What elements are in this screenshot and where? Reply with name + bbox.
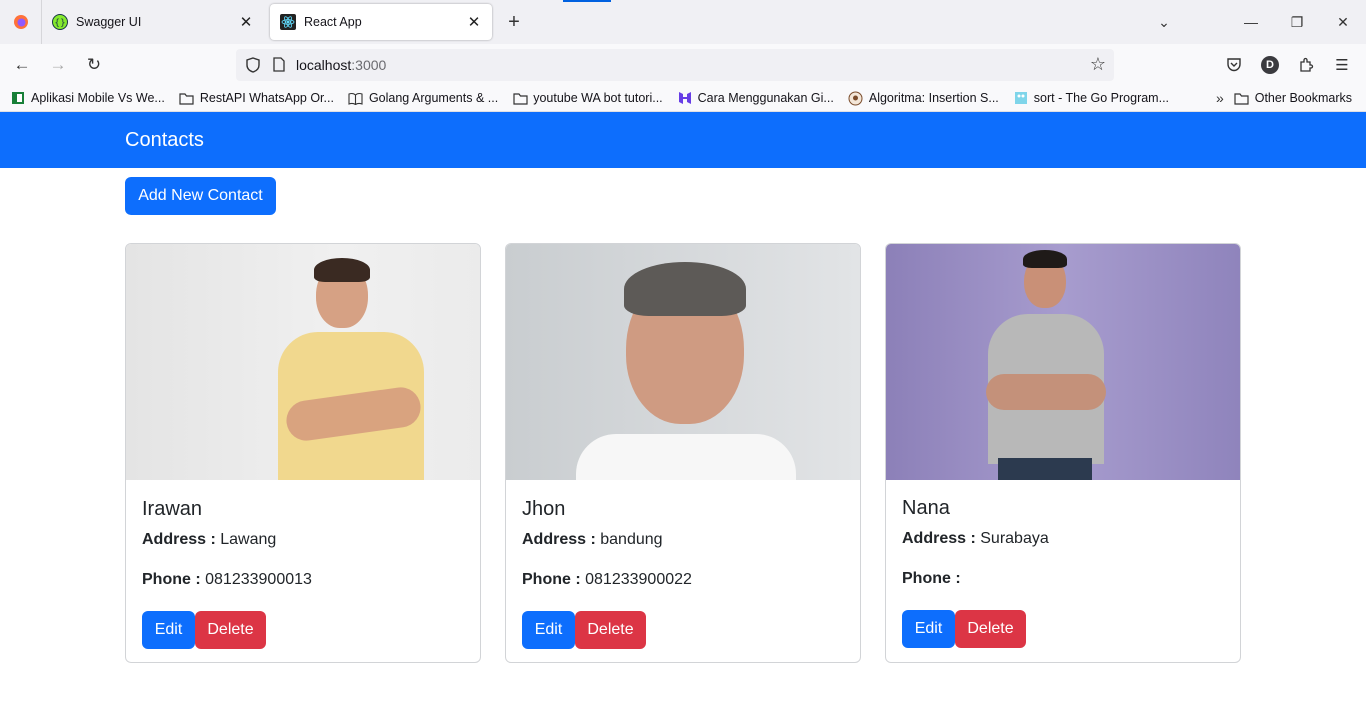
- firefox-view-button[interactable]: [0, 0, 42, 44]
- page-content: Add New Contact Irawan Address : Lawang …: [0, 168, 1366, 663]
- site-avatar-icon: [848, 90, 864, 106]
- page-info-icon[interactable]: [270, 56, 288, 74]
- url-port: :3000: [351, 56, 387, 73]
- back-icon[interactable]: ←: [6, 49, 38, 81]
- contact-photo: [506, 244, 860, 480]
- folder-icon: [512, 90, 528, 106]
- new-tab-button[interactable]: +: [500, 8, 528, 36]
- edit-button[interactable]: Edit: [142, 611, 195, 649]
- extensions-icon[interactable]: [1288, 49, 1324, 81]
- bookmark-item[interactable]: Golang Arguments & ...: [348, 90, 498, 106]
- contact-name: Nana: [902, 497, 950, 519]
- address-bar[interactable]: localhost:3000 ☆: [236, 48, 1114, 81]
- contact-phone: Phone : 081233900022: [522, 571, 692, 588]
- contact-phone: Phone :: [902, 570, 961, 587]
- list-all-tabs-icon[interactable]: ⌄: [1144, 14, 1184, 31]
- tab-title: Swagger UI: [76, 15, 142, 29]
- bookmark-item[interactable]: Cara Menggunakan Gi...: [677, 90, 834, 106]
- app-navbar: Contacts: [0, 112, 1366, 168]
- restore-icon[interactable]: ❐: [1274, 0, 1320, 44]
- navbar-brand[interactable]: Contacts: [125, 129, 204, 152]
- edit-button[interactable]: Edit: [902, 610, 955, 648]
- contact-address: Address : Surabaya: [902, 530, 1049, 547]
- contact-address: Address : Lawang: [142, 531, 277, 548]
- bookmark-star-icon[interactable]: ☆: [1090, 54, 1106, 75]
- shield-icon[interactable]: [244, 56, 262, 74]
- contact-name: Jhon: [522, 498, 566, 520]
- contact-photo: [126, 244, 480, 480]
- menu-icon[interactable]: ☰: [1324, 49, 1360, 81]
- close-tab-icon[interactable]: ✕: [466, 13, 482, 31]
- more-bookmarks-icon[interactable]: »: [1216, 90, 1224, 106]
- tab-strip: {} Swagger UI ✕ React App ✕ + ⌄ — ❐ ✕: [0, 0, 1366, 44]
- bookmark-item[interactable]: RestAPI WhatsApp Or...: [179, 90, 334, 106]
- contact-address: Address : bandung: [522, 531, 663, 548]
- close-tab-icon[interactable]: ✕: [238, 13, 254, 31]
- edit-button[interactable]: Edit: [522, 611, 575, 649]
- reload-icon[interactable]: ↻: [78, 49, 110, 81]
- navigation-toolbar: ← → ↻ localhost:3000 ☆ D ☰: [0, 44, 1366, 85]
- tab-indicator: [563, 0, 611, 2]
- svg-text:{}: {}: [54, 19, 65, 29]
- tab-react-app[interactable]: React App ✕: [270, 4, 492, 40]
- swagger-icon: {}: [52, 14, 68, 30]
- firefox-icon: [13, 15, 28, 29]
- react-icon: [280, 14, 296, 30]
- delete-button[interactable]: Delete: [195, 611, 266, 649]
- tab-swagger[interactable]: {} Swagger UI ✕: [42, 4, 264, 40]
- tab-title: React App: [304, 15, 362, 29]
- contact-list: Irawan Address : Lawang Phone : 08123390…: [125, 243, 1366, 663]
- minimize-icon[interactable]: —: [1228, 0, 1274, 44]
- folder-icon: [179, 90, 195, 106]
- pocket-icon[interactable]: [1216, 49, 1252, 81]
- book-icon: [348, 90, 364, 106]
- contact-photo: [886, 244, 1240, 480]
- close-window-icon[interactable]: ✕: [1320, 0, 1366, 44]
- add-contact-button[interactable]: Add New Contact: [125, 177, 276, 215]
- bookmark-item[interactable]: Algoritma: Insertion S...: [848, 90, 999, 106]
- sheet-icon: [10, 90, 26, 106]
- forward-icon[interactable]: →: [42, 49, 74, 81]
- url-host: localhost: [296, 56, 352, 73]
- delete-button[interactable]: Delete: [575, 611, 646, 649]
- contact-phone: Phone : 081233900013: [142, 571, 312, 588]
- bookmark-item[interactable]: sort - The Go Program...: [1013, 90, 1169, 106]
- other-bookmarks[interactable]: Other Bookmarks: [1234, 90, 1352, 106]
- contact-name: Irawan: [142, 498, 203, 520]
- contact-card: Irawan Address : Lawang Phone : 08123390…: [125, 243, 481, 663]
- delete-button[interactable]: Delete: [955, 610, 1026, 648]
- bookmark-item[interactable]: Aplikasi Mobile Vs We...: [10, 90, 165, 106]
- account-avatar[interactable]: D: [1252, 49, 1288, 81]
- hostinger-icon: [677, 90, 693, 106]
- bookmark-item[interactable]: youtube WA bot tutori...: [512, 90, 663, 106]
- bookmarks-toolbar: Aplikasi Mobile Vs We... RestAPI WhatsAp…: [0, 85, 1366, 112]
- contact-card: Jhon Address : bandung Phone : 081233900…: [505, 243, 861, 663]
- gopher-icon: [1013, 90, 1029, 106]
- folder-icon: [1234, 90, 1250, 106]
- contact-card: Nana Address : Surabaya Phone : Edit Del…: [885, 243, 1241, 663]
